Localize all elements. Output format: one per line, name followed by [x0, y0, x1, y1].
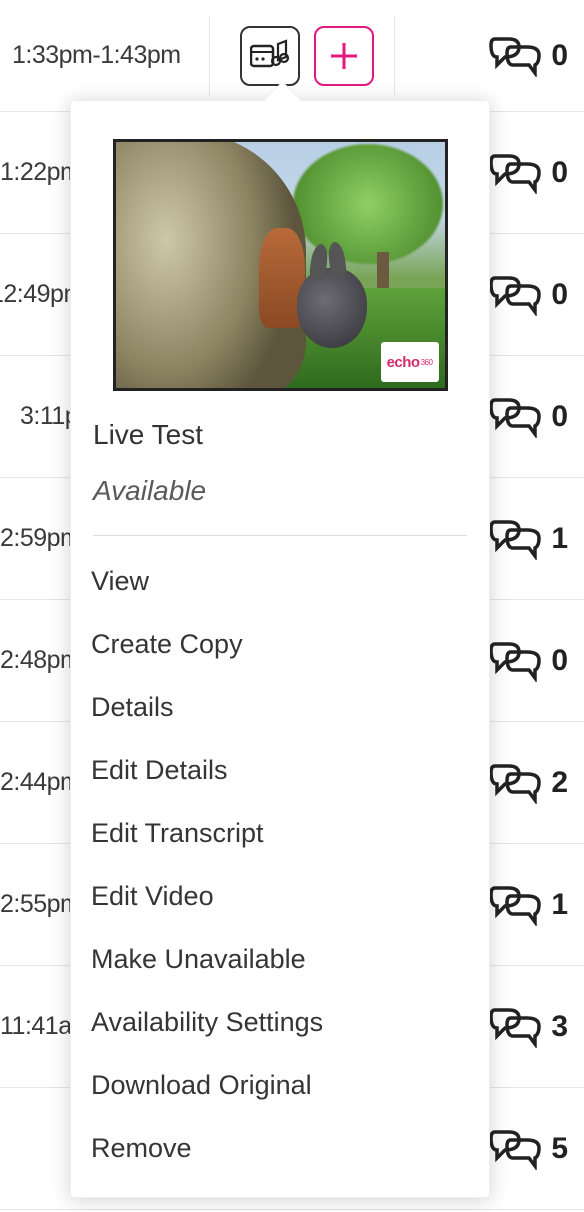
- row-time: 2:55pm: [0, 890, 80, 919]
- chat-icon: [489, 1128, 541, 1170]
- chat-indicator[interactable]: 3: [489, 966, 568, 1087]
- media-icon: [250, 39, 290, 73]
- menu-edit-details[interactable]: Edit Details: [91, 755, 467, 786]
- chat-icon: [489, 884, 541, 926]
- menu-details[interactable]: Details: [91, 692, 467, 723]
- separator: [93, 535, 467, 536]
- popover-status: Available: [93, 475, 467, 507]
- menu-download-original[interactable]: Download Original: [91, 1070, 467, 1101]
- chat-indicator[interactable]: 0: [489, 112, 568, 233]
- popover-menu: View Create Copy Details Edit Details Ed…: [91, 566, 467, 1164]
- chat-icon: [489, 1006, 541, 1048]
- chat-count: 0: [551, 278, 568, 312]
- media-button[interactable]: [240, 26, 300, 86]
- menu-availability-settings[interactable]: Availability Settings: [91, 1007, 467, 1038]
- popover-title: Live Test: [93, 419, 467, 451]
- chat-indicator[interactable]: 1: [489, 844, 568, 965]
- chat-indicator[interactable]: 2: [489, 722, 568, 843]
- video-thumbnail[interactable]: echo360: [113, 139, 448, 391]
- divider: [209, 16, 210, 95]
- menu-edit-video[interactable]: Edit Video: [91, 881, 467, 912]
- chat-icon: [489, 274, 541, 316]
- chat-count: 0: [551, 156, 568, 190]
- chat-count: 1: [551, 888, 568, 922]
- chat-indicator[interactable]: 0: [489, 0, 568, 111]
- chat-count: 0: [551, 400, 568, 434]
- top-icons: [240, 26, 374, 86]
- chat-icon: [489, 640, 541, 682]
- row-time: 2:48pm: [0, 646, 80, 675]
- row-time: 2:59pm: [0, 524, 80, 553]
- add-button[interactable]: [314, 26, 374, 86]
- chat-indicator[interactable]: 5: [489, 1088, 568, 1209]
- chat-count: 0: [551, 644, 568, 678]
- chat-icon: [489, 762, 541, 804]
- chat-count: 5: [551, 1132, 568, 1166]
- echo-badge: echo360: [381, 342, 439, 382]
- chat-indicator[interactable]: 1: [489, 478, 568, 599]
- row-time: 2:44pm: [0, 768, 80, 797]
- chat-count: 3: [551, 1010, 568, 1044]
- row-time: 1:22pm: [0, 158, 80, 187]
- chat-count: 1: [551, 522, 568, 556]
- chat-indicator[interactable]: 0: [489, 234, 568, 355]
- chat-count: 2: [551, 766, 568, 800]
- time-range: 1:33pm-1:43pm: [0, 41, 181, 70]
- plus-icon: [327, 39, 361, 73]
- chat-indicator[interactable]: 0: [489, 600, 568, 721]
- menu-view[interactable]: View: [91, 566, 467, 597]
- chat-icon: [489, 396, 541, 438]
- chat-icon: [489, 518, 541, 560]
- chat-indicator[interactable]: 0: [489, 356, 568, 477]
- divider: [394, 16, 395, 95]
- menu-remove[interactable]: Remove: [91, 1133, 467, 1164]
- menu-edit-transcript[interactable]: Edit Transcript: [91, 818, 467, 849]
- menu-create-copy[interactable]: Create Copy: [91, 629, 467, 660]
- menu-make-unavailable[interactable]: Make Unavailable: [91, 944, 467, 975]
- chat-icon: [489, 35, 541, 77]
- chat-icon: [489, 152, 541, 194]
- media-popover: echo360 Live Test Available View Create …: [70, 100, 490, 1198]
- chat-count: 0: [551, 39, 568, 73]
